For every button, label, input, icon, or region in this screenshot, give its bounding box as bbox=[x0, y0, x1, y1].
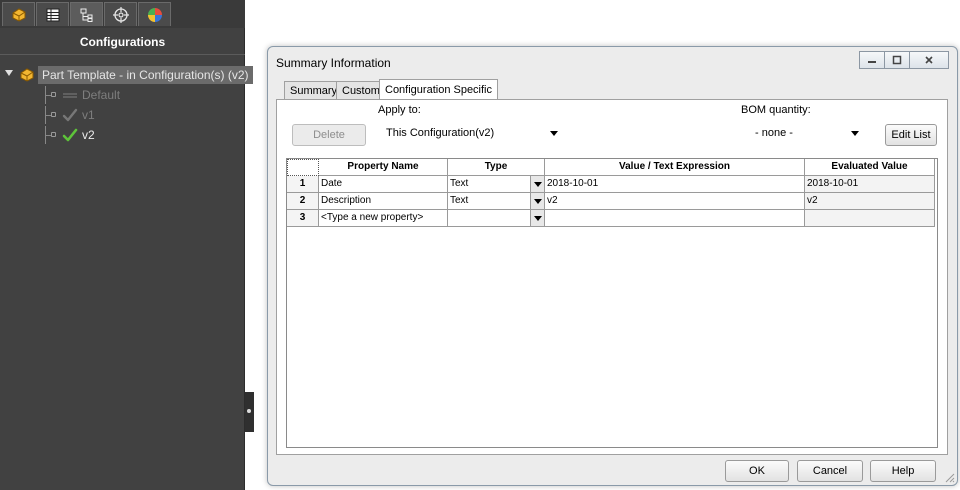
crosshair-target-icon bbox=[112, 6, 129, 23]
chevron-down-icon[interactable] bbox=[530, 210, 544, 226]
appearance-pie-icon bbox=[147, 7, 162, 22]
row-number[interactable]: 3 bbox=[287, 210, 319, 227]
resize-grip-icon[interactable] bbox=[943, 471, 955, 483]
edit-list-button[interactable]: Edit List bbox=[885, 124, 937, 146]
window-controls bbox=[859, 51, 949, 71]
property-list-icon bbox=[46, 8, 59, 21]
bom-quantity-value: - none - bbox=[755, 127, 793, 139]
tree-item-default[interactable]: Default bbox=[42, 86, 242, 104]
row-number[interactable]: 2 bbox=[287, 193, 319, 210]
value-cell[interactable] bbox=[545, 210, 805, 227]
evaluated-value-cell: v2 bbox=[805, 193, 935, 210]
tree-item-v1[interactable]: v1 bbox=[42, 106, 242, 124]
chevron-down-icon bbox=[550, 131, 558, 136]
type-value: Text bbox=[450, 178, 469, 189]
help-button[interactable]: Help bbox=[870, 460, 936, 482]
property-grid: Property Name Type Value / Text Expressi… bbox=[286, 158, 938, 448]
apply-to-label: Apply to: bbox=[378, 104, 421, 116]
inactive-config-icon bbox=[63, 93, 77, 98]
table-row: 1 Date Text 2018-10-01 2018-10-01 bbox=[287, 176, 937, 193]
chevron-down-icon[interactable] bbox=[530, 193, 544, 209]
tree-item-label: v1 bbox=[82, 108, 95, 122]
property-name-cell[interactable]: Description bbox=[319, 193, 448, 210]
tab-feature-manager[interactable] bbox=[2, 2, 35, 26]
property-name-cell[interactable]: Date bbox=[319, 176, 448, 193]
evaluated-value-cell: 2018-10-01 bbox=[805, 176, 935, 193]
configuration-tree-icon bbox=[80, 8, 92, 22]
row-number[interactable]: 1 bbox=[287, 176, 319, 193]
manager-tab-strip bbox=[0, 0, 245, 28]
close-button[interactable] bbox=[909, 51, 949, 69]
value-cell[interactable]: v2 bbox=[545, 193, 805, 210]
minimize-button[interactable] bbox=[859, 51, 885, 69]
dialog-title: Summary Information bbox=[276, 56, 391, 70]
maximize-icon bbox=[892, 55, 902, 65]
tree-item-label: Default bbox=[82, 88, 121, 102]
grip-dot-icon bbox=[247, 409, 251, 413]
pin-icon bbox=[51, 132, 56, 137]
panel-splitter-handle[interactable] bbox=[245, 392, 254, 432]
grid-header: Property Name Type Value / Text Expressi… bbox=[287, 159, 937, 176]
tree-root-label[interactable]: Part Template - in Configuration(s) (v2) bbox=[38, 66, 253, 84]
column-header-property-name[interactable]: Property Name bbox=[319, 159, 448, 176]
type-cell[interactable]: Text bbox=[448, 193, 545, 210]
chevron-down-icon[interactable] bbox=[530, 176, 544, 192]
delete-button[interactable]: Delete bbox=[292, 124, 366, 146]
table-row: 2 Description Text v2 v2 bbox=[287, 193, 937, 210]
type-cell[interactable] bbox=[448, 210, 545, 227]
column-header-type[interactable]: Type bbox=[448, 159, 545, 176]
column-header-evaluated[interactable]: Evaluated Value bbox=[805, 159, 935, 176]
maximize-button[interactable] bbox=[884, 51, 910, 69]
pin-icon bbox=[51, 112, 56, 117]
tab-property-manager[interactable] bbox=[36, 2, 69, 26]
summary-information-dialog: Summary Information Summary Custom Confi… bbox=[267, 46, 958, 486]
expand-arrow-icon[interactable] bbox=[5, 70, 13, 76]
apply-to-value: This Configuration(v2) bbox=[386, 127, 495, 139]
table-row: 3 <Type a new property> bbox=[287, 210, 937, 227]
cancel-button[interactable]: Cancel bbox=[797, 460, 863, 482]
tab-display-manager[interactable] bbox=[138, 2, 171, 26]
tab-summary[interactable]: Summary bbox=[284, 81, 344, 101]
type-value: Text bbox=[450, 195, 469, 206]
value-cell[interactable]: 2018-10-01 bbox=[545, 176, 805, 193]
part-feature-icon bbox=[12, 7, 25, 22]
ok-button[interactable]: OK bbox=[725, 460, 789, 482]
new-property-cell[interactable]: <Type a new property> bbox=[319, 210, 448, 227]
chevron-down-icon bbox=[851, 131, 859, 136]
tab-dimxpert-manager[interactable] bbox=[104, 2, 137, 26]
tab-configuration-specific[interactable]: Configuration Specific bbox=[379, 79, 499, 101]
tree-item-v2[interactable]: v2 bbox=[42, 126, 242, 144]
evaluated-value-cell bbox=[805, 210, 935, 227]
type-cell[interactable]: Text bbox=[448, 176, 545, 193]
grid-corner[interactable] bbox=[287, 159, 319, 176]
check-mark-icon bbox=[62, 108, 78, 122]
active-check-mark-icon bbox=[62, 128, 78, 142]
panel-title: Configurations bbox=[0, 29, 245, 55]
pin-icon bbox=[51, 92, 56, 97]
tab-configuration-manager[interactable] bbox=[70, 2, 103, 26]
close-icon bbox=[925, 56, 933, 64]
bom-quantity-dropdown[interactable]: - none - bbox=[747, 123, 863, 143]
tree-root-part[interactable]: Part Template - in Configuration(s) (v2) bbox=[0, 66, 253, 84]
bom-quantity-label: BOM quantity: bbox=[741, 104, 811, 116]
configuration-manager-panel: Configurations Part Template - in Config… bbox=[0, 0, 253, 490]
tree-item-label: v2 bbox=[82, 128, 95, 142]
column-header-value[interactable]: Value / Text Expression bbox=[545, 159, 805, 176]
minimize-icon bbox=[868, 61, 876, 63]
part-icon bbox=[20, 68, 34, 82]
apply-to-dropdown[interactable]: This Configuration(v2) bbox=[378, 123, 562, 143]
